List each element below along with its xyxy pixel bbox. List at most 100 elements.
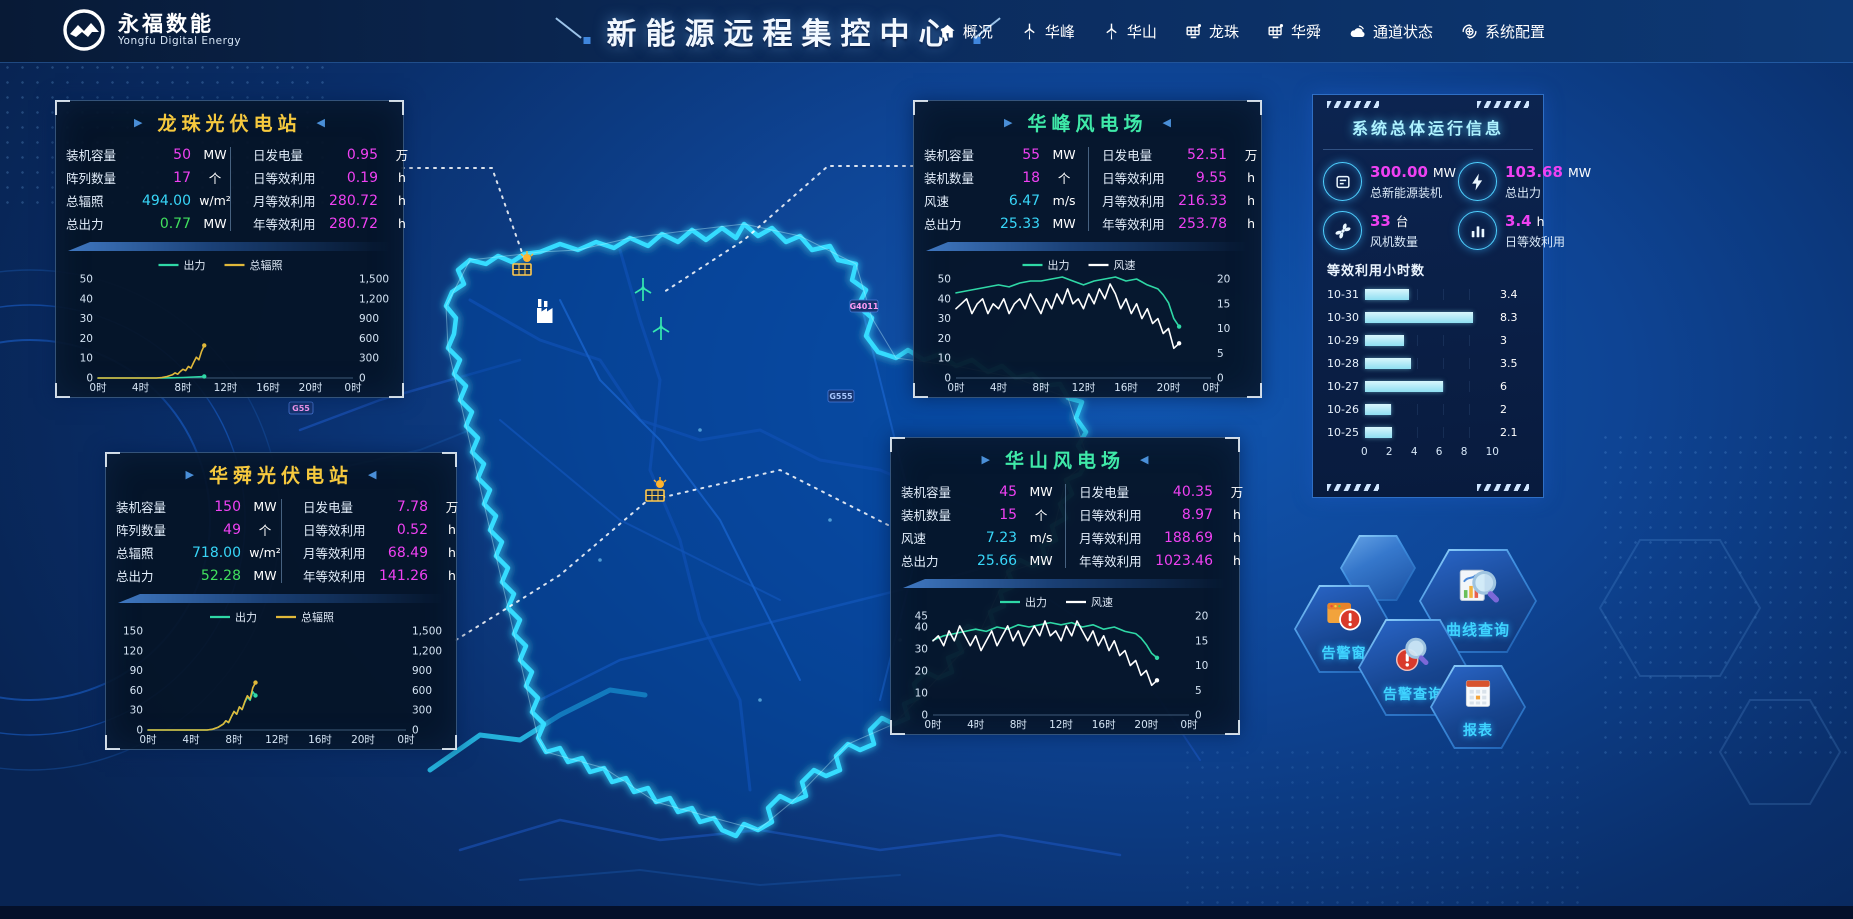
equiv-hours-bar-row: 10-308.3 [1313, 306, 1543, 329]
title-arrow-left-icon: ▶ [1004, 116, 1012, 129]
stat-row: 总辐照718.00w/m² [106, 541, 293, 564]
stat-label: 总出力 [66, 214, 142, 233]
stat-value: 494.00 [142, 193, 197, 209]
panel-divider-bar [68, 242, 391, 251]
wind-turbine-icon [1102, 22, 1121, 41]
stat-unit: 万 [1233, 145, 1269, 164]
bar-fill [1365, 289, 1409, 300]
hazard-stripe [1477, 101, 1529, 108]
system-stat-value: 300.00 [1370, 163, 1428, 181]
axis-tick: 0时 [139, 734, 157, 746]
stat-row: 年等效利用253.78h [1092, 212, 1279, 235]
axis-tick: 8时 [1010, 719, 1028, 731]
stat-label: 装机容量 [924, 145, 1000, 164]
stat-unit: 万 [1219, 482, 1255, 501]
stat-unit: h [1219, 553, 1255, 568]
bar-track [1365, 335, 1495, 346]
station-title: 华峰风电场 [1027, 109, 1147, 136]
station-chart-huafeng: 出力风速50403020100201510500时4时8时12时16时20时0时 [922, 253, 1255, 395]
stat-row: 年等效利用141.26h [293, 564, 480, 587]
chart-legend-label: 风速 [1114, 259, 1136, 272]
stat-value: 15 [977, 507, 1023, 523]
title-arrow-left-icon: ▶ [186, 468, 194, 481]
stat-value: 18 [1000, 170, 1046, 186]
stat-unit: h [1219, 530, 1255, 545]
nav-item-longzhu[interactable]: 龙珠 [1184, 21, 1239, 42]
panel-corner [105, 735, 120, 750]
chart-legend-label: 出力 [235, 610, 257, 624]
nav-item-label: 通道状态 [1373, 21, 1433, 42]
panel-corner [890, 437, 905, 452]
system-stat-unit: 台 [1396, 214, 1409, 229]
panel-corner [55, 383, 70, 398]
stat-row: 装机数量18个 [914, 166, 1092, 189]
dashboard-root: G4011 G555 G55 [0, 0, 1853, 919]
stat-row: 装机容量50MW [56, 143, 243, 166]
stat-value: 216.33 [1178, 193, 1233, 209]
stat-row: 总出力52.28MW [106, 564, 293, 587]
axis-tick: 12时 [265, 734, 289, 746]
station-title: 华舜光伏电站 [209, 461, 353, 488]
station-title-row: ▶龙珠光伏电站◀ [56, 101, 403, 139]
stat-unit: MW [197, 216, 233, 231]
nav-item-overview[interactable]: 概况 [938, 21, 993, 42]
stat-unit: 个 [247, 520, 283, 539]
chart-series [148, 692, 256, 730]
stat-unit: h [1233, 216, 1269, 231]
stat-label: 日发电量 [253, 145, 329, 164]
stat-row: 风速6.47m/s [914, 189, 1092, 212]
panel-corner [890, 720, 905, 735]
panel-corner [442, 452, 457, 467]
axis-tick: 16时 [256, 382, 280, 394]
axis-tick: 300 [412, 705, 432, 717]
stat-value: 150 [192, 499, 247, 515]
nav-item-huafeng[interactable]: 华峰 [1020, 21, 1075, 42]
top-header: 永福数能 Yongfu Digital Energy 新能源远程集控中心 概况华… [0, 0, 1853, 63]
axis-tick: 10 [1195, 660, 1208, 672]
axis-tick: 20 [1195, 611, 1208, 623]
power-output-icon [1458, 162, 1497, 201]
stat-unit: w/m² [247, 545, 283, 560]
axis-tick: 4时 [182, 734, 200, 746]
stat-value: 0.19 [329, 170, 384, 186]
bar-value-label: 6 [1500, 380, 1507, 393]
stat-row: 总出力25.33MW [914, 212, 1092, 235]
axis-tick: 40 [938, 293, 951, 305]
axis-tick: 300 [359, 353, 379, 365]
chart-legend-label: 出力 [1048, 258, 1070, 272]
stat-unit: h [1219, 507, 1255, 522]
bar-date-label: 10-26 [1327, 403, 1365, 416]
stat-row: 月等效利用216.33h [1092, 189, 1279, 212]
stat-value: 0.77 [142, 216, 197, 232]
equiv-hours-title: 等效利用小时数 [1327, 260, 1543, 279]
equiv-hours-bar-row: 10-26 2 [1313, 398, 1543, 421]
bar-value-label: 2 [1500, 403, 1507, 416]
nav-item-label: 概况 [963, 21, 993, 42]
stat-row: 阵列数量17个 [56, 166, 243, 189]
equiv-hours-bar-row: 10-252.1 [1313, 421, 1543, 444]
axis-tick: 10 [80, 353, 93, 365]
nav-item-system-config[interactable]: 系统配置 [1460, 21, 1545, 42]
nav-item-huashun[interactable]: 华舜 [1266, 21, 1321, 42]
chart-series [956, 277, 1179, 327]
stat-value: 17 [142, 170, 197, 186]
axis-tick: 50 [938, 274, 951, 286]
station-stats: 装机容量45MW装机数量15个风速7.23m/s总出力25.66MW日发电量40… [891, 480, 1239, 572]
station-chart-huashun: 出力总辐照15012090603001,5001,20090060030000时… [114, 605, 450, 747]
stat-unit: m/s [1023, 530, 1059, 545]
chart-legend-label: 风速 [1091, 596, 1113, 609]
axis-tick: 30 [80, 313, 93, 325]
road-badge-label: G55 [292, 404, 310, 413]
stat-row: 装机数量15个 [891, 503, 1069, 526]
axis-tick: 90 [130, 665, 143, 677]
stat-row: 总辐照494.00w/m² [56, 189, 243, 212]
stat-value: 7.23 [977, 530, 1023, 546]
nav-item-channel-status[interactable]: 通道状态 [1348, 21, 1433, 42]
station-title: 龙珠光伏电站 [157, 109, 301, 136]
station-chart-huashan: 出力风速45403020100201510500时4时8时12时16时20时0时 [899, 590, 1233, 732]
stat-unit: m/s [1046, 193, 1082, 208]
stat-label: 年等效利用 [1079, 551, 1155, 570]
stat-label: 日等效利用 [1079, 505, 1155, 524]
nav-item-huashan[interactable]: 华山 [1102, 21, 1157, 42]
panel-corner [1247, 383, 1262, 398]
